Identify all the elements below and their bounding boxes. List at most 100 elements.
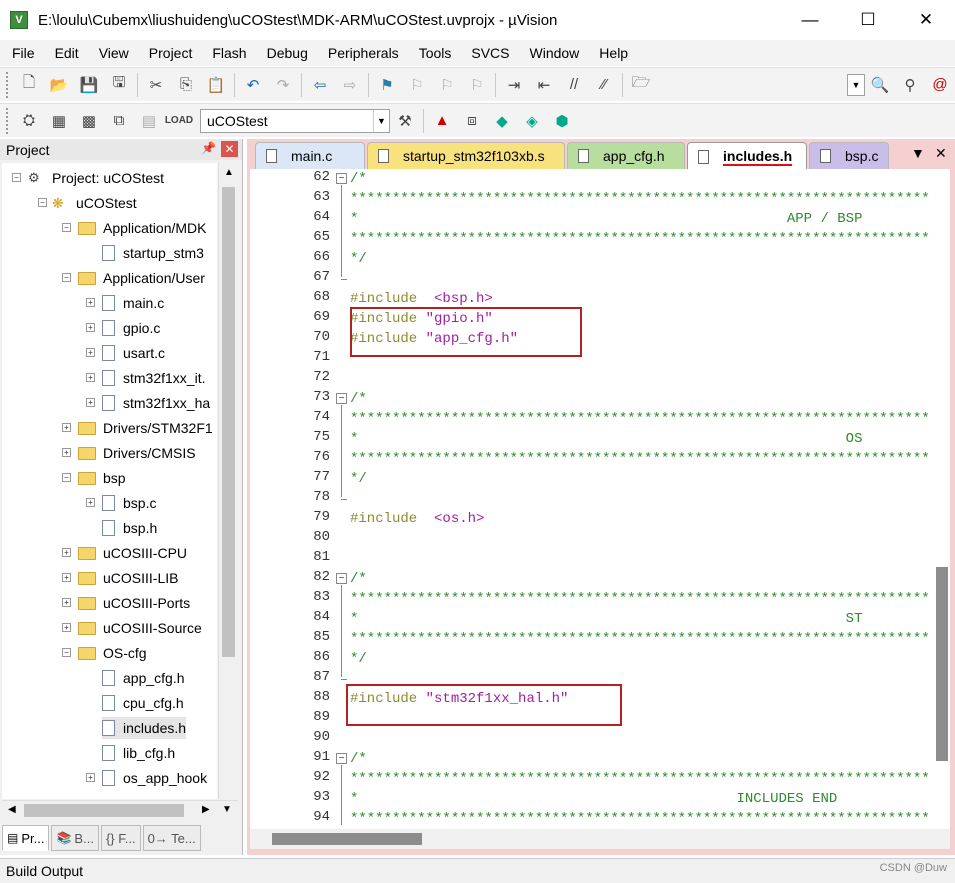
select-packs-icon[interactable]: ◆	[491, 110, 513, 132]
maximize-button[interactable]: ☐	[839, 0, 897, 40]
expand-icon[interactable]: +	[62, 573, 71, 582]
expand-icon[interactable]: +	[62, 423, 71, 432]
expand-icon[interactable]: +	[86, 398, 95, 407]
tree-horizontal-scrollbar[interactable]: ◀ ▶ ▼	[2, 800, 238, 820]
collapse-icon[interactable]: −	[62, 648, 71, 657]
tree-folder[interactable]: Drivers/STM32F1	[78, 417, 213, 439]
menu-tools[interactable]: Tools	[407, 45, 460, 61]
editor-horizontal-scrollbar[interactable]	[250, 829, 950, 849]
tab-templates[interactable]: 0→ Te...	[142, 825, 201, 851]
tree-file[interactable]: startup_stm3	[102, 242, 204, 264]
tree-folder[interactable]: Drivers/CMSIS	[78, 442, 196, 464]
incremental-find-icon[interactable]: ⚲	[899, 74, 921, 96]
manage-rte-icon[interactable]: ◈	[521, 110, 543, 132]
scroll-right-icon[interactable]: ▶	[202, 804, 210, 815]
fold-toggle-icon[interactable]: −	[336, 573, 347, 584]
code-editor[interactable]: 62−63 64 65 66 67 68 69 70 71 72 73−74 75 76 77 78 79 80…	[250, 169, 950, 849]
expand-icon[interactable]: +	[62, 448, 71, 457]
tree-folder[interactable]: uCOSIII-Ports	[78, 592, 190, 614]
target-options-icon[interactable]: ⚒	[394, 110, 416, 132]
menu-flash[interactable]: Flash	[200, 45, 254, 61]
tree-file[interactable]: lib_cfg.h	[102, 742, 175, 764]
redo-icon[interactable]: ↷	[272, 74, 294, 96]
pack-installer-icon[interactable]: ⬢	[551, 110, 573, 132]
find-icon[interactable]: 🔍	[869, 74, 891, 96]
tab-includes-h[interactable]: includes.h	[687, 142, 807, 170]
download-icon[interactable]: LOAD	[165, 110, 193, 132]
cut-icon[interactable]: ✂	[145, 74, 167, 96]
indent-icon[interactable]: ⇥	[503, 74, 525, 96]
tab-project[interactable]: ▤ Pr...	[2, 825, 50, 851]
scroll-thumb[interactable]	[272, 833, 422, 845]
fold-toggle-icon[interactable]: −	[336, 393, 347, 404]
scroll-thumb[interactable]	[936, 567, 948, 761]
expand-icon[interactable]: +	[86, 498, 95, 507]
open-file-icon[interactable]: 📂	[48, 74, 70, 96]
prev-bookmark-icon[interactable]: ⚐	[406, 74, 428, 96]
tree-file[interactable]: includes.h	[102, 717, 187, 739]
expand-icon[interactable]: +	[62, 598, 71, 607]
close-tab-icon[interactable]: ✕	[935, 145, 947, 162]
tree-root[interactable]: ⚙ Project: uCOStest	[28, 167, 164, 189]
toolbar-grip[interactable]	[6, 107, 10, 134]
build-icon[interactable]: ▦	[48, 110, 70, 132]
tree-file[interactable]: bsp.c	[102, 492, 156, 514]
tree-folder[interactable]: OS-cfg	[78, 642, 147, 664]
debug-session-icon[interactable]: @	[929, 74, 951, 96]
collapse-icon[interactable]: −	[62, 473, 71, 482]
tab-bsp-c[interactable]: bsp.c	[809, 142, 889, 169]
menu-file[interactable]: File	[0, 45, 43, 61]
tree-target[interactable]: ❋ uCOStest	[52, 192, 137, 214]
tab-main-c[interactable]: main.c	[255, 142, 365, 169]
tree-folder[interactable]: Application/MDK	[78, 217, 207, 239]
tree-folder[interactable]: Application/User	[78, 267, 205, 289]
fold-toggle-icon[interactable]: −	[336, 173, 347, 184]
build-output-bar[interactable]: Build Output	[0, 858, 955, 883]
menu-peripherals[interactable]: Peripherals	[316, 45, 407, 61]
scroll-thumb[interactable]	[222, 187, 235, 657]
manage-multi-project-icon[interactable]: ⧈	[461, 110, 483, 132]
manage-project-items-icon[interactable]: ▲	[431, 110, 453, 132]
navigate-back-icon[interactable]: ⇦	[309, 74, 331, 96]
tree-file[interactable]: bsp.h	[102, 517, 157, 539]
scroll-down-icon[interactable]: ▼	[222, 804, 232, 815]
paste-icon[interactable]: 📋	[205, 74, 227, 96]
stop-build-icon[interactable]: ▤	[138, 110, 160, 132]
tree-folder[interactable]: uCOSIII-LIB	[78, 567, 178, 589]
expand-icon[interactable]: +	[86, 373, 95, 382]
close-button[interactable]: ✕	[897, 0, 955, 40]
translate-icon[interactable]: ⛭	[18, 110, 40, 132]
undo-icon[interactable]: ↶	[242, 74, 264, 96]
new-file-icon[interactable]: 🗋	[18, 74, 40, 96]
find-in-files-icon[interactable]: 🗁	[630, 74, 652, 96]
menu-help[interactable]: Help	[587, 45, 636, 61]
tree-file[interactable]: cpu_cfg.h	[102, 692, 184, 714]
tree-file[interactable]: app_cfg.h	[102, 667, 185, 689]
menu-debug[interactable]: Debug	[255, 45, 316, 61]
fold-toggle-icon[interactable]: −	[336, 753, 347, 764]
comment-icon[interactable]: //	[563, 74, 585, 96]
tree-file[interactable]: usart.c	[102, 342, 165, 364]
bookmark-icon[interactable]: ⚑	[376, 74, 398, 96]
expand-icon[interactable]: +	[86, 773, 95, 782]
tree-file[interactable]: os_app_hook	[102, 767, 207, 789]
find-dropdown-icon[interactable]: ▼	[847, 73, 865, 96]
menu-view[interactable]: View	[87, 45, 137, 61]
editor-vertical-scrollbar[interactable]	[934, 169, 950, 829]
tab-functions[interactable]: {} F...	[100, 825, 141, 851]
batch-build-icon[interactable]: ⧉	[108, 110, 130, 132]
tree-file[interactable]: gpio.c	[102, 317, 160, 339]
code-text[interactable]: /* **************************************…	[350, 169, 930, 829]
tab-startup-s[interactable]: startup_stm32f103xb.s	[367, 142, 565, 169]
tree-file[interactable]: stm32f1xx_it.	[102, 367, 205, 389]
expand-icon[interactable]: +	[62, 623, 71, 632]
tab-books[interactable]: 📚 B...	[51, 825, 99, 851]
clear-bookmarks-icon[interactable]: ⚐	[466, 74, 488, 96]
target-select[interactable]: uCOStest ▼	[200, 108, 390, 133]
expand-icon[interactable]: +	[86, 348, 95, 357]
tree-file[interactable]: main.c	[102, 292, 164, 314]
collapse-icon[interactable]: −	[62, 223, 71, 232]
collapse-icon[interactable]: −	[12, 173, 21, 182]
menu-edit[interactable]: Edit	[43, 45, 87, 61]
scroll-left-icon[interactable]: ◀	[8, 804, 16, 815]
